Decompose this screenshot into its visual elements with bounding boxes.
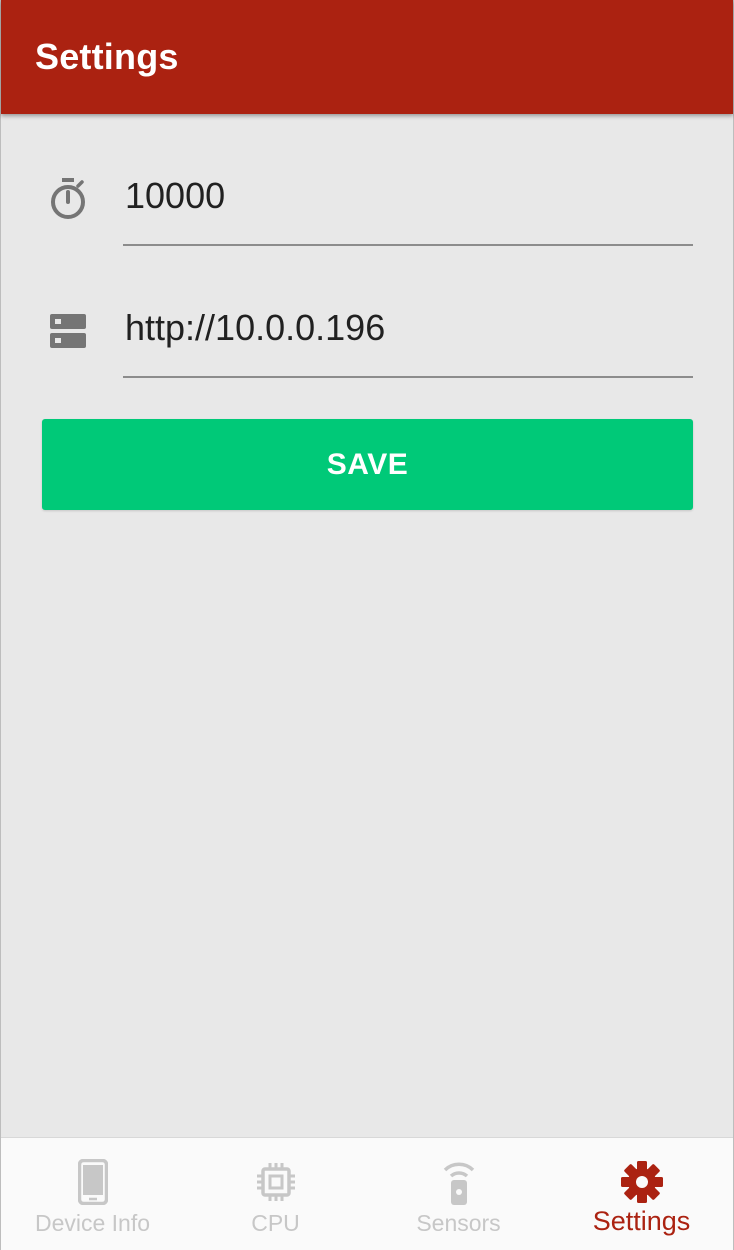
interval-field-row: [1, 146, 733, 256]
nav-item-device-info[interactable]: Device Info: [1, 1138, 184, 1250]
server-url-input[interactable]: [123, 298, 693, 358]
nav-item-cpu[interactable]: CPU: [184, 1138, 367, 1250]
server-url-input-underline: [123, 376, 693, 378]
nav-label-settings: Settings: [592, 1206, 691, 1236]
nav-label-cpu: CPU: [251, 1210, 300, 1236]
page-title: Settings: [35, 36, 179, 77]
sensor-icon: [436, 1158, 482, 1206]
server-field-row: [1, 278, 733, 388]
chip-icon: [253, 1158, 299, 1206]
interval-input[interactable]: [123, 166, 693, 226]
interval-input-underline: [123, 244, 693, 246]
nav-label-device-info: Device Info: [34, 1210, 151, 1236]
app-bar: Settings: [1, 0, 733, 114]
timer-icon: [45, 176, 91, 222]
nav-item-sensors[interactable]: Sensors: [367, 1138, 550, 1250]
nav-label-sensors: Sensors: [416, 1210, 501, 1236]
server-icon: [45, 308, 91, 354]
nav-item-settings[interactable]: Settings: [550, 1138, 733, 1250]
gear-icon: [619, 1158, 665, 1206]
bottom-navigation: Device Info CPU Sensors Settings: [1, 1137, 733, 1250]
phone-icon: [70, 1158, 116, 1206]
save-button[interactable]: SAVE: [42, 419, 693, 510]
